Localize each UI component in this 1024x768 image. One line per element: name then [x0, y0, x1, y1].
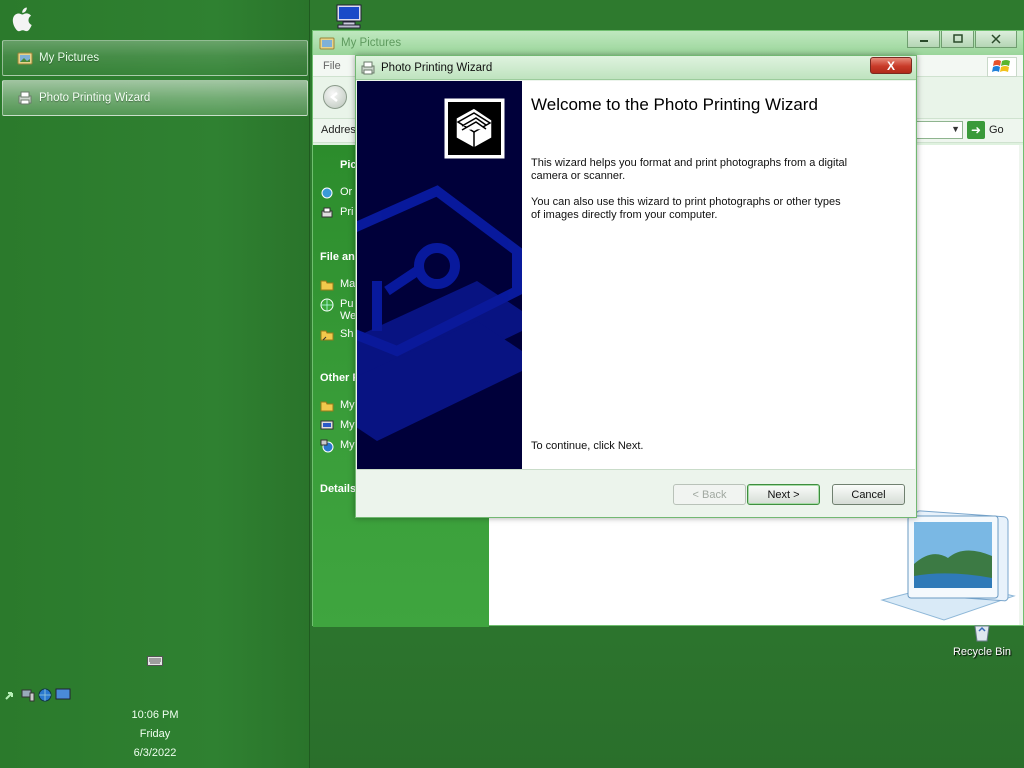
- close-button[interactable]: [975, 31, 1017, 48]
- apple-logo-icon[interactable]: [8, 4, 38, 34]
- clock-time[interactable]: 10:06 PM: [0, 709, 310, 721]
- task-pane-section-file-tasks[interactable]: File an: [320, 251, 355, 263]
- wizard-continue-text: To continue, click Next.: [531, 440, 644, 452]
- task-pane-item[interactable]: My: [320, 399, 355, 413]
- taskbar-item-label: My Pictures: [39, 52, 100, 64]
- recycle-bin-label: Recycle Bin: [952, 646, 1012, 658]
- menu-file[interactable]: File: [323, 60, 341, 72]
- go-arrow-icon: ➜: [967, 121, 985, 139]
- slideshow-icon: [321, 187, 333, 199]
- task-pane-item[interactable]: Pri: [320, 206, 353, 220]
- taskbar: My Pictures Photo Printing Wizard 10:06 …: [0, 0, 310, 768]
- folder-icon: [320, 280, 334, 291]
- wizard-content: Welcome to the Photo Printing Wizard Thi…: [531, 95, 905, 235]
- network-arrow-icon[interactable]: [4, 688, 18, 702]
- system-tray: 10:06 PM Friday 6/3/2022: [0, 650, 310, 768]
- computer-tray-icon[interactable]: [21, 688, 35, 702]
- folder-pictures-icon: [319, 37, 335, 50]
- task-pane-item-label: Or: [340, 186, 353, 198]
- task-pane-item-label: Ma: [340, 278, 356, 290]
- task-pane-item-label: My: [340, 399, 355, 411]
- maximize-icon: [952, 34, 963, 43]
- task-pane-item-label: Pu We: [340, 298, 357, 322]
- my-computer-desktop-icon[interactable]: [334, 3, 364, 29]
- task-pane-section-other-places[interactable]: Other P: [320, 372, 360, 384]
- desktop: My Pictures Photo Printing Wizard 10:06 …: [0, 0, 1024, 768]
- wizard-title: Photo Printing Wizard: [381, 61, 493, 74]
- task-pane-section-details[interactable]: Details: [320, 483, 356, 495]
- task-pane-item-label: My: [340, 419, 355, 431]
- close-icon: X: [886, 58, 895, 73]
- share-folder-icon: [320, 330, 334, 341]
- folder-pictures-icon: [17, 52, 33, 65]
- publish-web-icon: [320, 298, 334, 312]
- photo-printer-icon: [444, 98, 505, 159]
- wizard-body: Welcome to the Photo Printing Wizard Thi…: [357, 81, 915, 469]
- display-icon[interactable]: [55, 688, 71, 702]
- clock-date: 6/3/2022: [133, 747, 177, 759]
- folder-icon: [320, 401, 334, 412]
- taskbar-item-my-pictures[interactable]: My Pictures: [2, 40, 308, 76]
- wizard-button-bar: < Back Next > Cancel: [357, 469, 915, 516]
- close-icon: [991, 34, 1001, 44]
- task-pane-item[interactable]: My: [320, 419, 355, 433]
- wizard-banner: [357, 81, 522, 469]
- maximize-button[interactable]: [941, 31, 974, 48]
- wizard-close-button[interactable]: X: [870, 57, 912, 74]
- task-pane-item-label: My: [340, 439, 355, 451]
- keyboard-icon[interactable]: [147, 656, 163, 666]
- recycle-bin-desktop-icon[interactable]: Recycle Bin: [946, 622, 1018, 658]
- photo-gallery-icon[interactable]: [878, 504, 1018, 622]
- next-button[interactable]: Next >: [747, 484, 820, 505]
- back-button[interactable]: [323, 85, 347, 109]
- wizard-titlebar[interactable]: Photo Printing Wizard: [356, 56, 916, 80]
- computer-icon: [320, 420, 334, 430]
- printer-wizard-icon: [18, 91, 32, 105]
- go-label: Go: [989, 124, 1004, 136]
- photo-printing-wizard-dialog: Photo Printing Wizard X Welcome to the P…: [355, 55, 917, 518]
- network-places-icon: [320, 439, 334, 453]
- go-button[interactable]: ➜ Go: [967, 121, 1004, 139]
- task-pane-item[interactable]: Or: [320, 186, 352, 200]
- task-pane-item[interactable]: Ma: [320, 278, 355, 292]
- recycle-bin-icon: [974, 625, 990, 642]
- wizard-heading: Welcome to the Photo Printing Wizard: [531, 95, 818, 114]
- minimize-icon: [919, 40, 928, 42]
- cancel-button[interactable]: Cancel: [832, 484, 905, 505]
- task-pane-item-label: Pri: [340, 206, 354, 218]
- task-pane-item[interactable]: Pu We: [320, 298, 356, 322]
- printer-wizard-icon: [361, 61, 375, 74]
- tray-icons: [4, 688, 71, 702]
- wizard-intro-text: This wizard helps you format and print p…: [531, 157, 848, 182]
- task-pane-item[interactable]: Sh: [320, 328, 353, 342]
- back-arrow-icon: [329, 92, 338, 102]
- task-pane-item-label: Sh: [340, 328, 354, 340]
- back-button[interactable]: < Back: [673, 484, 746, 505]
- address-input[interactable]: ▼: [913, 121, 963, 139]
- taskbar-item-photo-printing-wizard[interactable]: Photo Printing Wizard: [2, 80, 308, 116]
- print-icon: [321, 207, 333, 218]
- windows-flag-icon: [987, 57, 1017, 77]
- minimize-button[interactable]: [907, 31, 940, 48]
- globe-icon[interactable]: [38, 688, 52, 702]
- task-pane-item[interactable]: My: [320, 439, 355, 453]
- taskbar-item-label: Photo Printing Wizard: [39, 92, 151, 104]
- wizard-info-text: You can also use this wizard to print ph…: [531, 196, 841, 221]
- clock-day: Friday: [139, 728, 171, 740]
- vertical-scrollbar[interactable]: [1019, 145, 1023, 625]
- explorer-window-controls: [907, 31, 1017, 48]
- dropdown-arrow-icon[interactable]: ▼: [951, 124, 960, 134]
- explorer-title: My Pictures: [341, 37, 402, 49]
